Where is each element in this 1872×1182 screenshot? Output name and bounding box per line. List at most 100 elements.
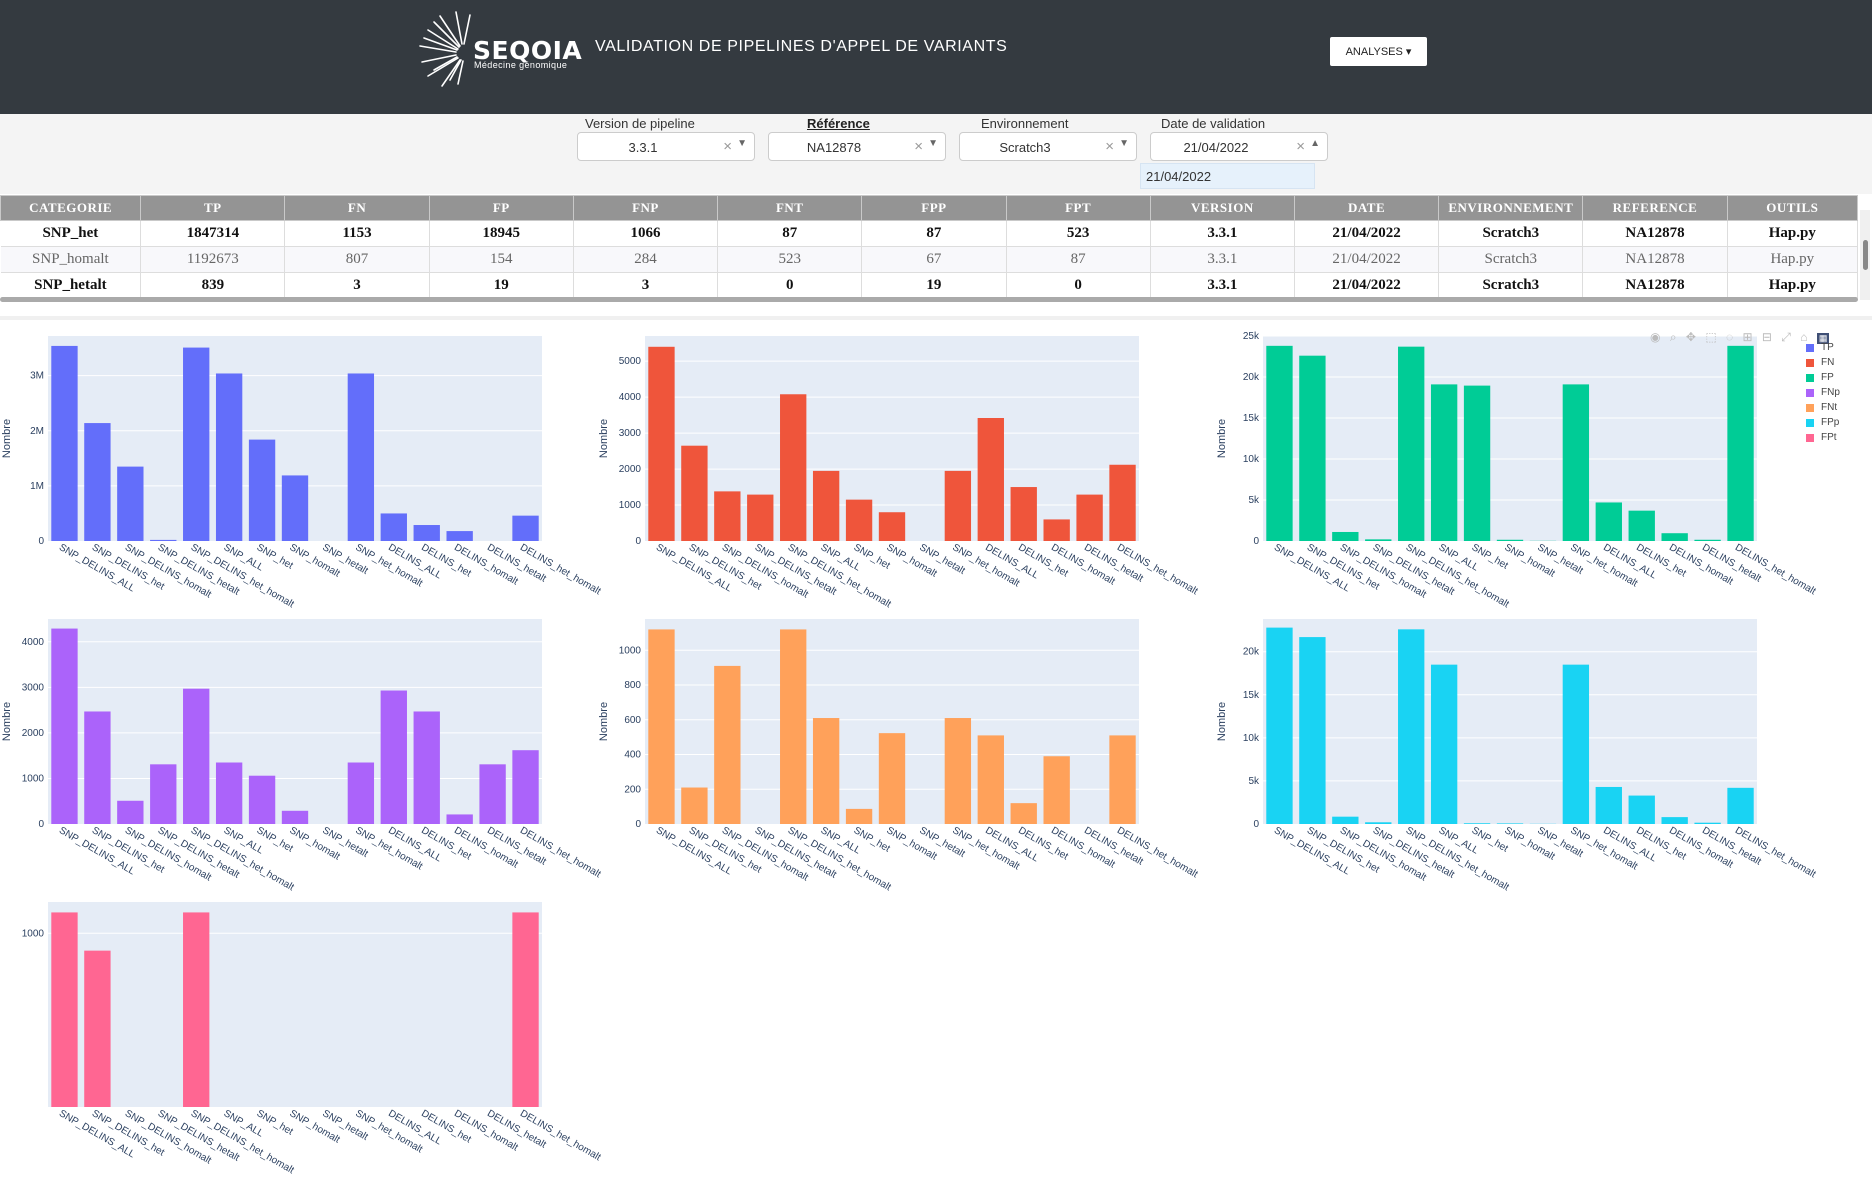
legend-label: TP bbox=[1821, 342, 1834, 353]
table-row[interactable]: SNP_homalt 1192673 807 154 284 523 67 87… bbox=[1, 247, 1858, 273]
y-tick-label: 15k bbox=[1243, 413, 1260, 424]
bar bbox=[282, 811, 308, 824]
column-header[interactable]: REFERENCE bbox=[1583, 196, 1727, 221]
chart-fnp[interactable]: 01000200030004000NombreSNP_DELINS_ALLSNP… bbox=[0, 619, 560, 899]
chart-fnt[interactable]: 02004006008001000NombreSNP_DELINS_ALLSNP… bbox=[597, 619, 1157, 899]
column-header[interactable]: ENVIRONNEMENT bbox=[1439, 196, 1583, 221]
pan-icon[interactable]: ✥ bbox=[1686, 330, 1696, 344]
table-row[interactable]: SNP_het 1847314 1153 18945 1066 87 87 52… bbox=[1, 221, 1858, 247]
legend-swatch bbox=[1806, 419, 1814, 427]
bar bbox=[150, 764, 176, 824]
bar bbox=[747, 495, 773, 541]
table-cell: 19 bbox=[429, 273, 573, 299]
table-cell: Scratch3 bbox=[1439, 247, 1583, 273]
chart-fn-svg: 010002000300040005000NombreSNP_DELINS_AL… bbox=[597, 336, 1157, 616]
bar bbox=[84, 951, 110, 1107]
column-header[interactable]: OUTILS bbox=[1727, 196, 1857, 221]
chevron-up-icon[interactable]: ▲ bbox=[1310, 138, 1320, 149]
lasso-icon[interactable]: ◌ bbox=[1726, 330, 1733, 344]
chart-fn[interactable]: 010002000300040005000NombreSNP_DELINS_AL… bbox=[597, 336, 1157, 616]
y-tick-label: 4000 bbox=[22, 637, 45, 648]
table-vertical-scroll-thumb[interactable] bbox=[1863, 240, 1868, 270]
validation-date-value: 21/04/2022 bbox=[1151, 140, 1281, 155]
reference-label[interactable]: Référence bbox=[807, 116, 870, 131]
date-dropdown-option[interactable]: 21/04/2022 bbox=[1140, 163, 1315, 189]
chart-fpt[interactable]: 1000SNP_DELINS_ALLSNP_DELINS_hetSNP_DELI… bbox=[0, 902, 560, 1182]
bar bbox=[183, 912, 209, 1107]
clear-icon[interactable]: × bbox=[914, 138, 923, 155]
chevron-down-icon[interactable]: ▼ bbox=[1119, 138, 1129, 149]
table-cell: NA12878 bbox=[1583, 221, 1727, 247]
table-cell: 807 bbox=[285, 247, 429, 273]
bar bbox=[1596, 787, 1622, 824]
column-header[interactable]: TP bbox=[141, 196, 285, 221]
environment-select[interactable]: Scratch3 × ▼ bbox=[959, 132, 1137, 161]
camera-icon[interactable]: ◉ bbox=[1650, 330, 1660, 344]
reference-select[interactable]: NA12878 × ▼ bbox=[768, 132, 946, 161]
y-tick-label: 1M bbox=[30, 481, 44, 492]
chart-fpp[interactable]: 05k10k15k20kNombreSNP_DELINS_ALLSNP_DELI… bbox=[1215, 619, 1775, 899]
chart-tp[interactable]: 01M2M3MNombreSNP_DELINS_ALLSNP_DELINS_he… bbox=[0, 336, 560, 616]
legend-item-fpt[interactable]: FPt bbox=[1806, 430, 1866, 445]
plot-area bbox=[48, 902, 542, 1107]
bar bbox=[1299, 356, 1325, 541]
chevron-down-icon[interactable]: ▼ bbox=[928, 138, 938, 149]
column-header[interactable]: VERSION bbox=[1150, 196, 1294, 221]
table-cell: 1192673 bbox=[141, 247, 285, 273]
bar bbox=[681, 788, 707, 824]
table-row[interactable]: SNP_hetalt 839 3 19 3 0 19 0 3.3.1 21/04… bbox=[1, 273, 1858, 299]
pipeline-version-select[interactable]: 3.3.1 × ▼ bbox=[577, 132, 755, 161]
column-header[interactable]: FPP bbox=[862, 196, 1006, 221]
y-tick-label: 1000 bbox=[619, 500, 642, 511]
table-cell: 1066 bbox=[573, 221, 717, 247]
table-cell: 3 bbox=[573, 273, 717, 299]
bar bbox=[1076, 495, 1102, 541]
legend-item-fnp[interactable]: FNp bbox=[1806, 385, 1866, 400]
column-header[interactable]: FNP bbox=[573, 196, 717, 221]
column-header[interactable]: DATE bbox=[1294, 196, 1438, 221]
legend-item-tp[interactable]: TP bbox=[1806, 340, 1866, 355]
legend-item-fnt[interactable]: FNt bbox=[1806, 400, 1866, 415]
column-header[interactable]: FN bbox=[285, 196, 429, 221]
zoom-in-icon[interactable]: ⊞ bbox=[1742, 330, 1752, 344]
zoom-out-icon[interactable]: ⊟ bbox=[1762, 330, 1772, 344]
column-header[interactable]: CATEGORIE bbox=[1, 196, 141, 221]
clear-icon[interactable]: × bbox=[1296, 138, 1305, 155]
validation-date-select[interactable]: 21/04/2022 × ▲ bbox=[1150, 132, 1328, 161]
y-axis-label: Nombre bbox=[598, 419, 610, 458]
bar bbox=[51, 629, 77, 824]
legend-label: FNt bbox=[1821, 402, 1837, 413]
table-cell: NA12878 bbox=[1583, 273, 1727, 299]
column-header[interactable]: FNT bbox=[718, 196, 862, 221]
column-header[interactable]: FPT bbox=[1006, 196, 1150, 221]
table-cell: 21/04/2022 bbox=[1294, 247, 1438, 273]
table-horizontal-scrollbar[interactable] bbox=[0, 297, 1858, 302]
legend-label: FPt bbox=[1821, 432, 1837, 443]
bar bbox=[150, 540, 176, 541]
clear-icon[interactable]: × bbox=[723, 138, 732, 155]
y-tick-label: 600 bbox=[624, 715, 641, 726]
bar bbox=[381, 513, 407, 541]
bar bbox=[1043, 519, 1069, 541]
bar bbox=[512, 912, 538, 1107]
analyses-dropdown-button[interactable]: ANALYSES ▾ bbox=[1330, 37, 1427, 66]
clear-icon[interactable]: × bbox=[1105, 138, 1114, 155]
legend-item-fn[interactable]: FN bbox=[1806, 355, 1866, 370]
chevron-down-icon[interactable]: ▼ bbox=[737, 138, 747, 149]
bar bbox=[1497, 540, 1523, 541]
legend-item-fp[interactable]: FP bbox=[1806, 370, 1866, 385]
box-select-icon[interactable]: ⬚ bbox=[1705, 330, 1716, 344]
chart-fnt-svg: 02004006008001000NombreSNP_DELINS_ALLSNP… bbox=[597, 619, 1157, 899]
column-header[interactable]: FP bbox=[429, 196, 573, 221]
bar bbox=[648, 629, 674, 824]
chart-fp[interactable]: 05k10k15k20k25kNombreSNP_DELINS_ALLSNP_D… bbox=[1215, 336, 1775, 616]
y-tick-label: 5k bbox=[1248, 776, 1260, 787]
analyses-label: ANALYSES bbox=[1346, 46, 1403, 58]
legend-item-fpp[interactable]: FPp bbox=[1806, 415, 1866, 430]
zoom-icon[interactable]: ⌕ bbox=[1670, 330, 1677, 345]
bar bbox=[1629, 796, 1655, 824]
bar bbox=[414, 525, 440, 541]
autoscale-icon[interactable]: ⤢ bbox=[1781, 330, 1791, 345]
y-tick-label: 10k bbox=[1243, 733, 1260, 744]
bar bbox=[945, 471, 971, 541]
